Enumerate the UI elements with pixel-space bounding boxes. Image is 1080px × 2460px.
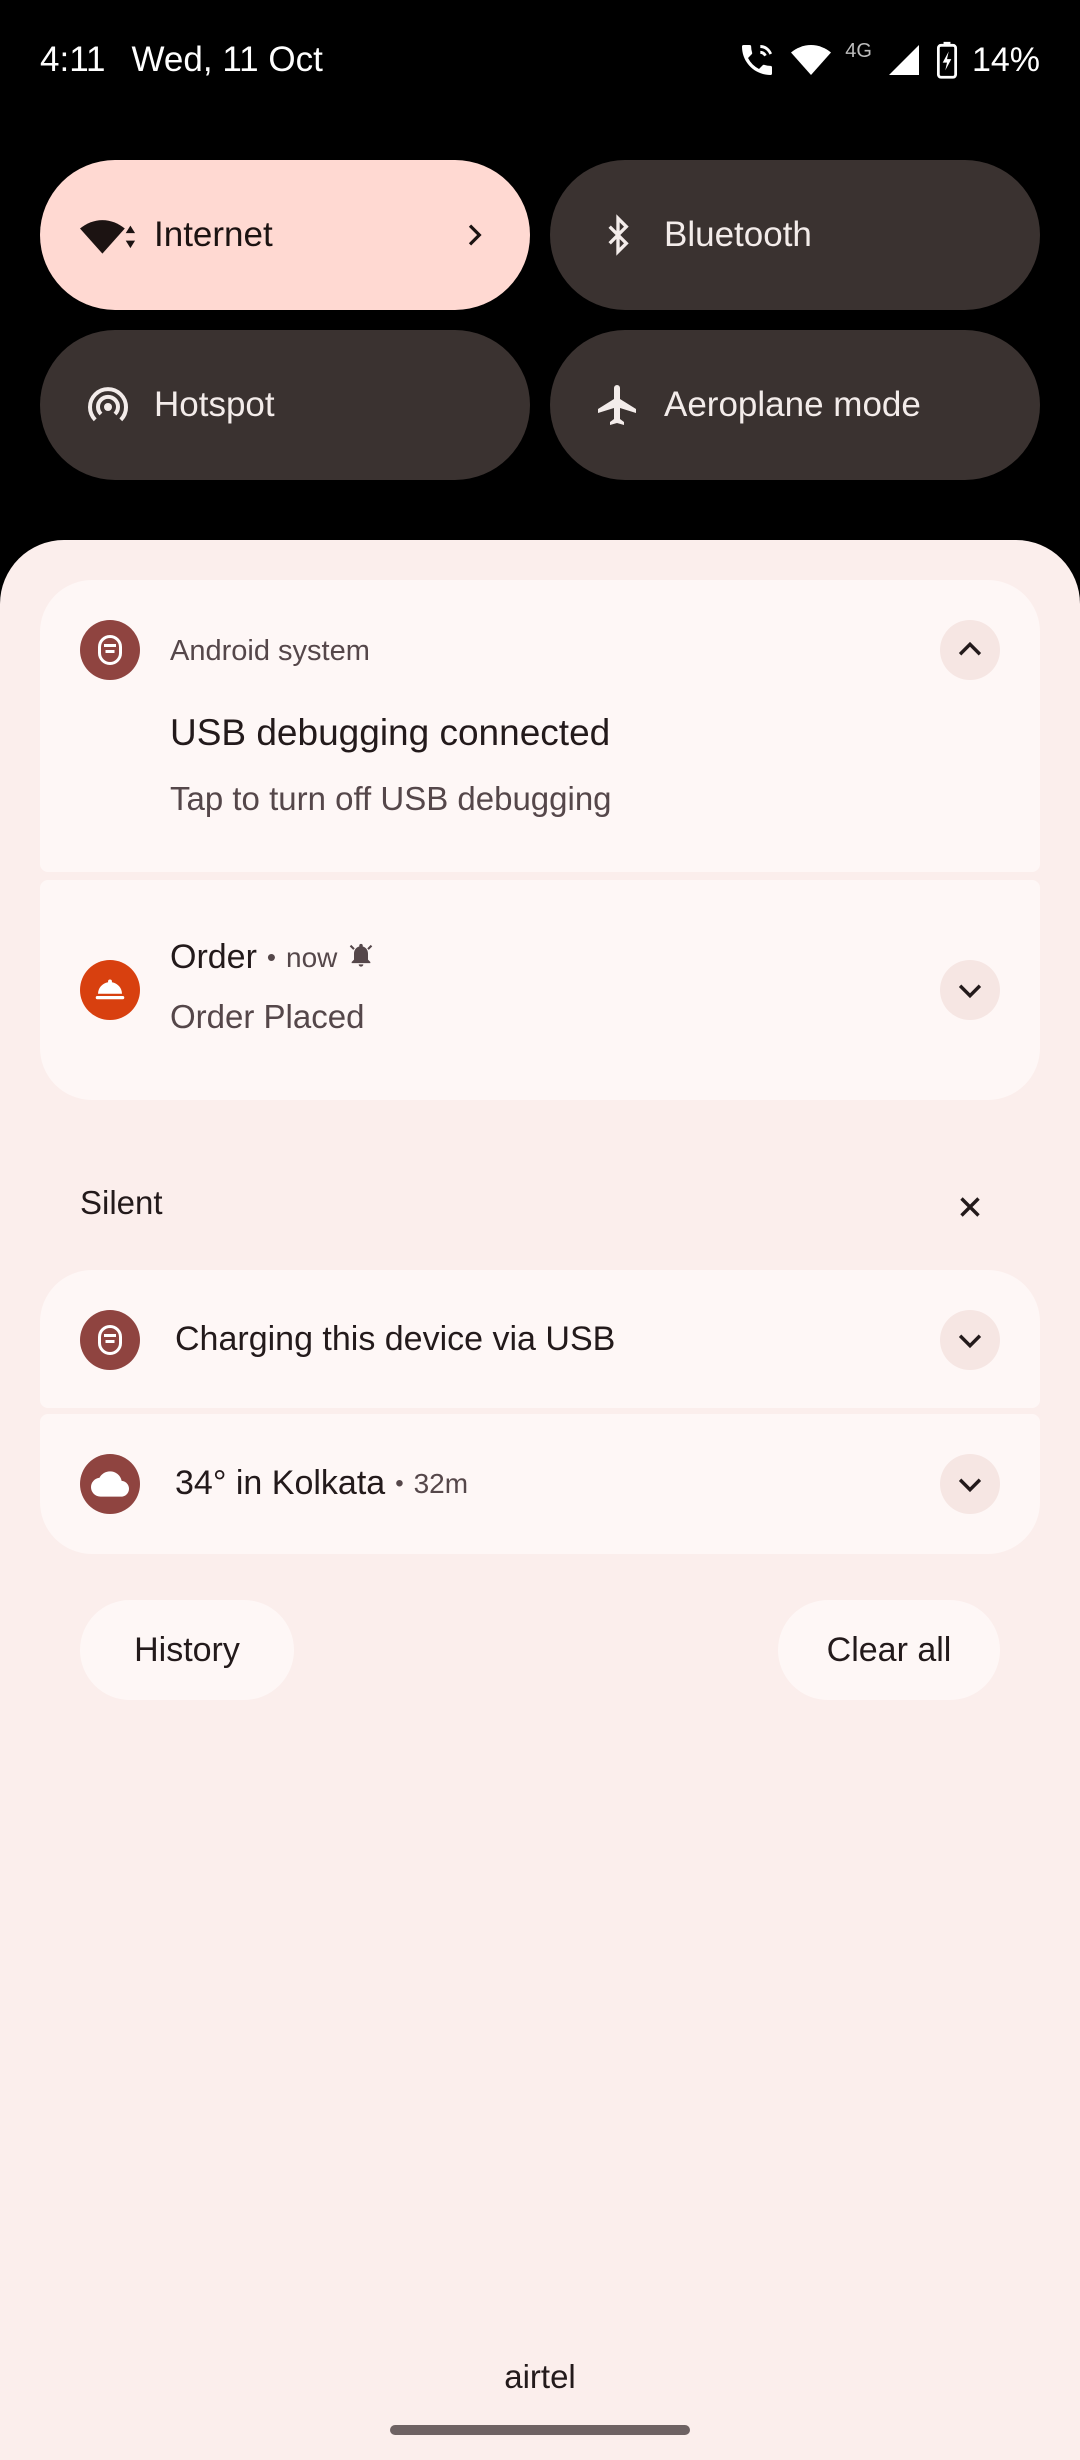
clear-all-button[interactable]: Clear all — [778, 1600, 1000, 1700]
expand-button[interactable] — [940, 960, 1000, 1020]
chevron-down-icon — [958, 1334, 982, 1349]
android-system-icon — [80, 1310, 140, 1370]
carrier-name: airtel — [504, 2358, 576, 2395]
notification-title: USB debugging connected — [170, 712, 611, 753]
wifi-icon — [80, 207, 136, 263]
notification-time: 32m — [413, 1467, 469, 1499]
signal-icon — [886, 42, 922, 78]
tile-internet[interactable]: Internet — [40, 160, 530, 310]
notification-app-name: Android system — [170, 635, 370, 667]
battery-level: 14% — [971, 40, 1040, 79]
tile-hotspot-label: Hotspot — [154, 385, 275, 424]
network-type: 4G — [845, 39, 872, 62]
cloud-icon — [80, 1454, 140, 1514]
silent-section-header: Silent — [80, 1184, 163, 1221]
separator-dot: • — [266, 942, 277, 972]
android-system-icon — [80, 620, 140, 680]
battery-charging-icon — [936, 41, 958, 79]
notification-order[interactable]: Order • now Order Placed — [40, 880, 1040, 1100]
tile-aeroplane[interactable]: Aeroplane mode — [550, 330, 1040, 480]
expand-button[interactable] — [940, 1310, 1000, 1370]
tile-bluetooth[interactable]: Bluetooth — [550, 160, 1040, 310]
notification-weather[interactable]: 34° in Kolkata • 32m — [40, 1414, 1040, 1554]
notification-title: 34° in Kolkata — [175, 1464, 386, 1502]
notification-charging[interactable]: Charging this device via USB — [40, 1270, 1040, 1408]
notification-title: Charging this device via USB — [175, 1320, 616, 1358]
chevron-right-icon — [458, 219, 490, 251]
wifi-icon — [791, 40, 832, 80]
food-service-icon — [80, 960, 140, 1020]
status-date: Wed, 11 Oct — [131, 40, 323, 79]
status-bar: 4:11 Wed, 11 Oct 4G 14% — [0, 0, 1080, 120]
tile-bluetooth-label: Bluetooth — [664, 215, 812, 254]
notification-title: Order — [170, 938, 257, 976]
history-button[interactable]: History — [80, 1600, 294, 1700]
collapse-button[interactable] — [940, 620, 1000, 680]
close-silent-button[interactable] — [945, 1182, 995, 1232]
tile-internet-label: Internet — [154, 215, 273, 254]
wifi-call-icon — [737, 40, 777, 80]
status-time: 4:11 — [40, 40, 106, 79]
airplane-icon — [590, 377, 646, 433]
notification-usb-debugging[interactable]: Android system USB debugging connected T… — [40, 580, 1040, 872]
bluetooth-icon — [590, 207, 646, 263]
expand-button[interactable] — [940, 1454, 1000, 1514]
tile-hotspot[interactable]: Hotspot — [40, 330, 530, 480]
notification-time: now — [286, 941, 338, 973]
notification-text: Order Placed — [170, 998, 365, 1035]
tile-aeroplane-label: Aeroplane mode — [664, 385, 921, 424]
bell-icon — [347, 941, 375, 974]
chevron-up-icon — [958, 641, 982, 656]
chevron-down-icon — [958, 984, 982, 999]
chevron-down-icon — [958, 1478, 982, 1493]
separator-dot: • — [395, 1469, 404, 1497]
hotspot-icon — [80, 377, 136, 433]
gesture-nav-handle[interactable] — [390, 2425, 690, 2435]
close-icon — [960, 1197, 980, 1217]
notification-text: Tap to turn off USB debugging — [170, 780, 612, 817]
